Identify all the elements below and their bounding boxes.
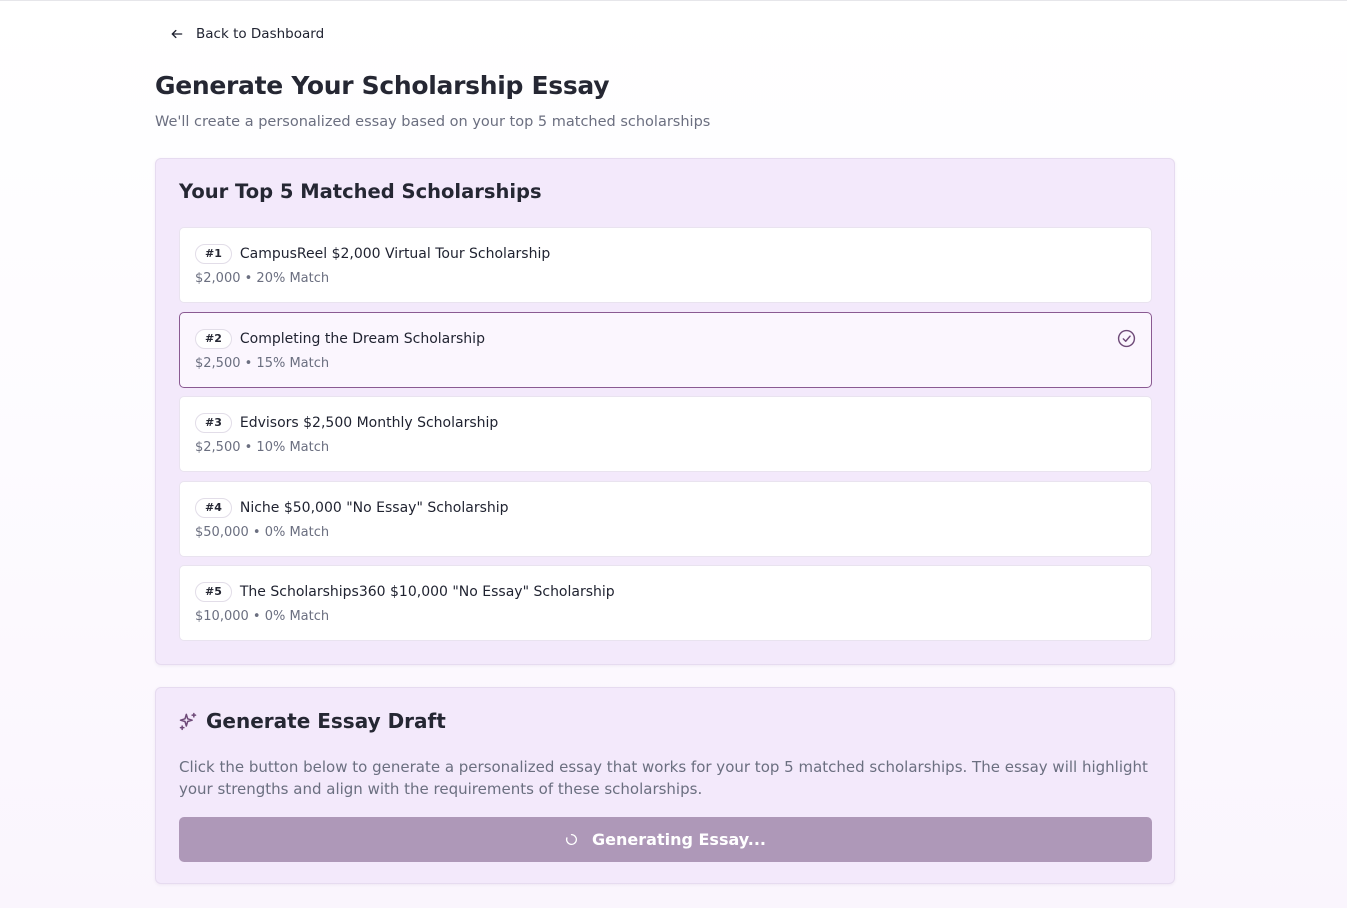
page-title: Generate Your Scholarship Essay [155, 71, 610, 100]
generate-essay-title: Generate Essay Draft [206, 709, 446, 733]
arrow-left-icon [171, 29, 183, 39]
scholarship-name: Edvisors $2,500 Monthly Scholarship [239, 415, 499, 431]
scholarship-name: The Scholarships360 $10,000 "No Essay" S… [239, 584, 615, 600]
rank-badge: #2 [195, 329, 232, 349]
scholarship-card-2[interactable]: #2 Completing the Dream Scholarship $2,5… [179, 312, 1152, 388]
check-circle-icon [1117, 329, 1136, 348]
rank-badge: #1 [195, 244, 232, 264]
scholarship-name: Completing the Dream Scholarship [239, 331, 485, 347]
scholarship-meta: $2,500 • 15% Match [195, 356, 330, 371]
generate-essay-heading: Generate Essay Draft [178, 709, 446, 733]
scholarship-card-1[interactable]: #1 CampusReel $2,000 Virtual Tour Schola… [179, 227, 1152, 303]
scholarship-meta: $2,500 • 10% Match [195, 440, 330, 455]
rank-badge: #5 [195, 582, 232, 602]
back-link-label: Back to Dashboard [196, 26, 325, 42]
generate-essay-button[interactable]: Generating Essay... [179, 817, 1152, 862]
matched-scholarships-title: Your Top 5 Matched Scholarships [179, 180, 542, 203]
scholarship-meta: $2,000 • 20% Match [195, 271, 330, 286]
rank-badge: #4 [195, 498, 232, 518]
matched-scholarships-panel: Your Top 5 Matched Scholarships #1 Campu… [155, 158, 1175, 665]
scholarship-meta: $10,000 • 0% Match [195, 609, 330, 624]
generate-essay-description: Click the button below to generate a per… [179, 758, 1148, 798]
back-to-dashboard-link[interactable]: Back to Dashboard [170, 26, 324, 42]
sparkles-icon [179, 712, 197, 731]
page-subtitle: We'll create a personalized essay based … [155, 114, 711, 130]
generate-button-label: Generating Essay... [592, 830, 766, 849]
scholarship-card-4[interactable]: #4 Niche $50,000 "No Essay" Scholarship … [179, 481, 1152, 557]
generate-essay-panel: Generate Essay Draft Click the button be… [155, 687, 1175, 884]
scholarship-meta: $50,000 • 0% Match [195, 525, 330, 540]
rank-badge: #3 [195, 413, 232, 433]
scholarship-name: CampusReel $2,000 Virtual Tour Scholarsh… [239, 246, 551, 262]
scholarship-card-5[interactable]: #5 The Scholarships360 $10,000 "No Essay… [179, 565, 1152, 641]
scholarship-name: Niche $50,000 "No Essay" Scholarship [239, 500, 509, 516]
scholarship-card-3[interactable]: #3 Edvisors $2,500 Monthly Scholarship $… [179, 396, 1152, 472]
loading-spinner-icon [566, 833, 578, 845]
